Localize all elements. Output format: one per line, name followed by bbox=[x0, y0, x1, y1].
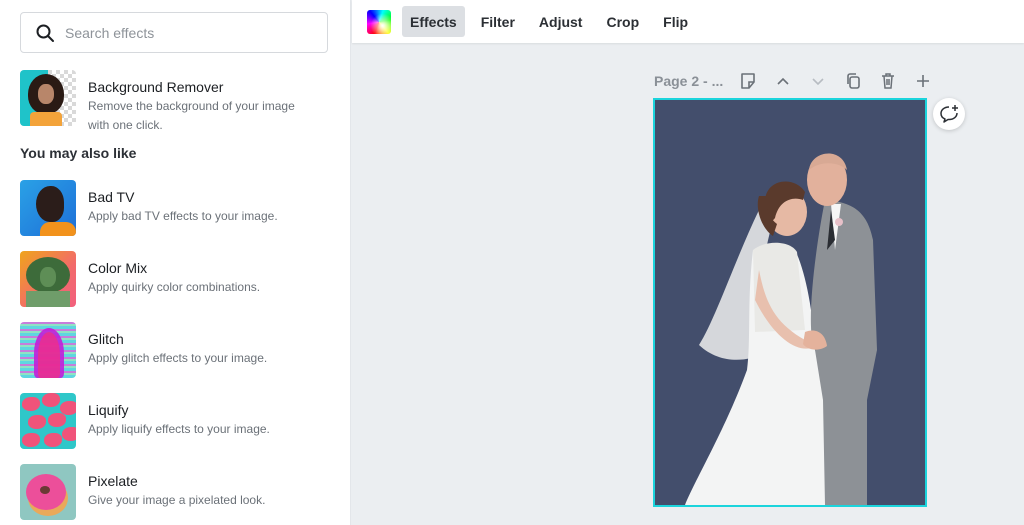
effect-description: Apply bad TV effects to your image. bbox=[88, 209, 278, 223]
effect-title: Background Remover bbox=[88, 79, 224, 95]
effect-title: Bad TV bbox=[88, 189, 135, 205]
image-toolbar: Effects Filter Adjust Crop Flip bbox=[352, 0, 1024, 43]
effect-background-remover[interactable]: Background Remover Remove the background… bbox=[20, 70, 318, 135]
add-note-icon[interactable] bbox=[738, 71, 758, 91]
delete-icon[interactable] bbox=[878, 71, 898, 91]
effect-description: Apply quirky color combinations. bbox=[88, 280, 261, 294]
liquify-thumbnail bbox=[20, 393, 76, 449]
effect-title: Pixelate bbox=[88, 473, 138, 489]
add-comment-button[interactable] bbox=[933, 98, 965, 130]
background-remover-thumbnail bbox=[20, 70, 76, 126]
tab-flip[interactable]: Flip bbox=[655, 6, 696, 37]
tab-adjust[interactable]: Adjust bbox=[531, 6, 591, 37]
effect-description: Apply glitch effects to your image. bbox=[88, 351, 268, 365]
effects-panel: Background Remover Remove the background… bbox=[0, 0, 351, 525]
duplicate-icon[interactable] bbox=[843, 71, 863, 91]
effect-description: Apply liquify effects to your image. bbox=[88, 422, 270, 436]
glitch-thumbnail bbox=[20, 322, 76, 378]
bad-tv-thumbnail bbox=[20, 180, 76, 236]
add-page-icon[interactable] bbox=[913, 71, 933, 91]
wedding-photo[interactable] bbox=[655, 100, 925, 505]
effect-title: Liquify bbox=[88, 402, 129, 418]
effect-glitch[interactable]: Glitch Apply glitch effects to your imag… bbox=[20, 322, 318, 378]
effect-description: Give your image a pixelated look. bbox=[88, 493, 266, 507]
design-canvas[interactable] bbox=[653, 98, 927, 507]
add-comment-icon bbox=[940, 105, 958, 123]
section-title: You may also like bbox=[20, 145, 137, 161]
tab-filter[interactable]: Filter bbox=[473, 6, 523, 37]
move-up-icon[interactable] bbox=[773, 71, 793, 91]
effect-liquify[interactable]: Liquify Apply liquify effects to your im… bbox=[20, 393, 318, 449]
search-icon bbox=[36, 24, 54, 42]
search-box[interactable] bbox=[20, 12, 328, 53]
effect-description: Remove the background of your image with… bbox=[88, 99, 295, 132]
effect-title: Glitch bbox=[88, 331, 124, 347]
color-palette-icon[interactable] bbox=[367, 9, 391, 34]
color-mix-thumbnail bbox=[20, 251, 76, 307]
move-down-icon[interactable] bbox=[808, 71, 828, 91]
effect-pixelate[interactable]: Pixelate Give your image a pixelated loo… bbox=[20, 464, 318, 520]
effect-color-mix[interactable]: Color Mix Apply quirky color combination… bbox=[20, 251, 318, 307]
tab-crop[interactable]: Crop bbox=[598, 6, 647, 37]
search-input[interactable] bbox=[65, 24, 305, 41]
effect-bad-tv[interactable]: Bad TV Apply bad TV effects to your imag… bbox=[20, 180, 318, 236]
page-controls: Page 2 - ... bbox=[654, 70, 939, 92]
effect-title: Color Mix bbox=[88, 260, 148, 276]
app: Background Remover Remove the background… bbox=[0, 0, 1024, 525]
page-title[interactable]: Page 2 - ... bbox=[654, 73, 723, 89]
pixelate-thumbnail bbox=[20, 464, 76, 520]
tab-effects[interactable]: Effects bbox=[402, 6, 465, 37]
